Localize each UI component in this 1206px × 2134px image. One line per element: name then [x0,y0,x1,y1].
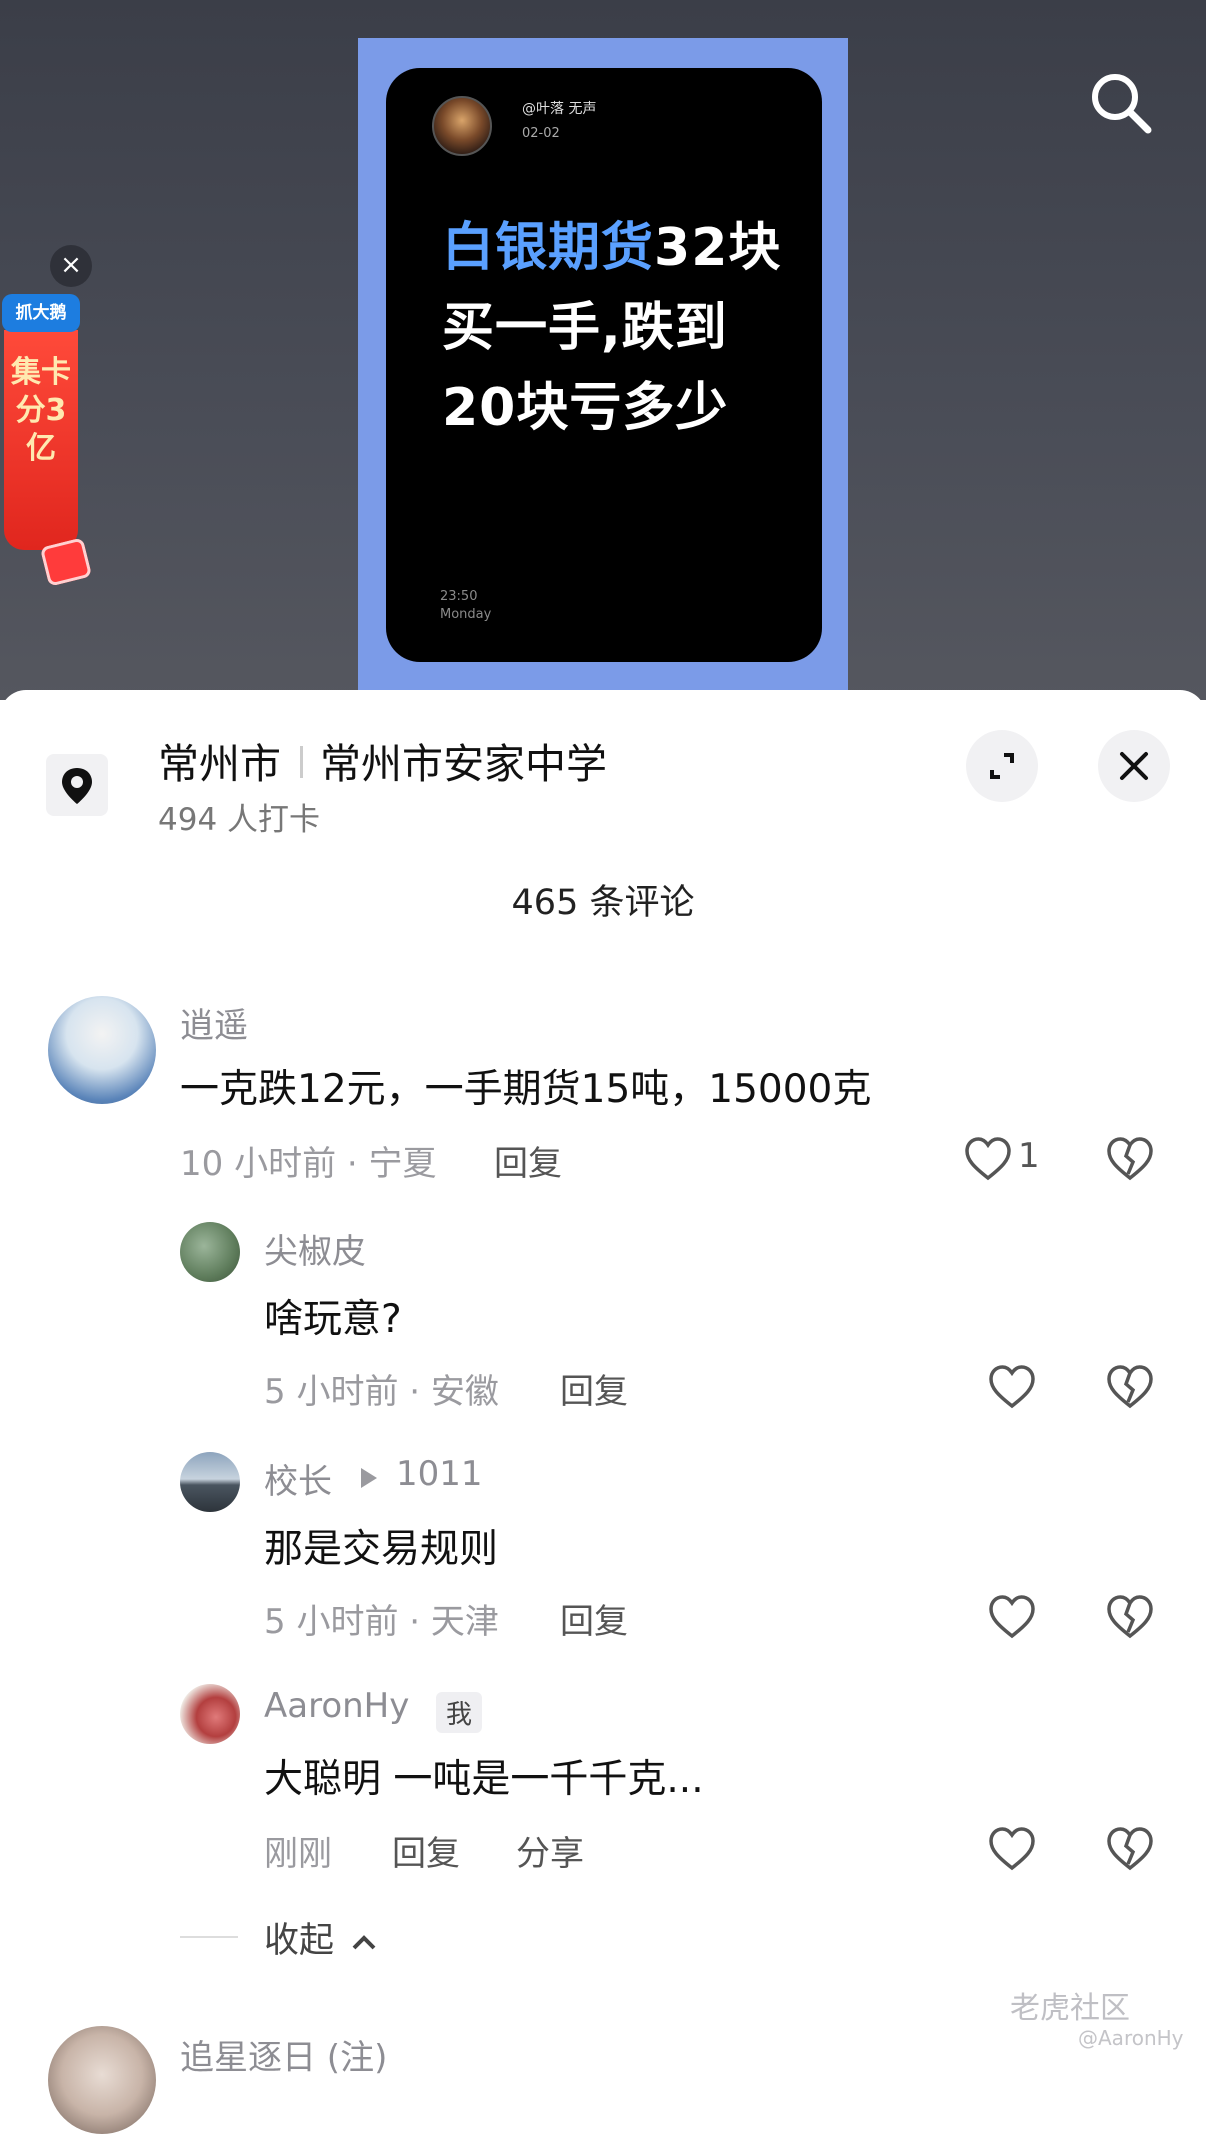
card-date: 02-02 [522,126,560,141]
comment-meta: 10 小时前 · 宁夏 [180,1144,437,1184]
comment-count: 465 条评论 [511,883,695,923]
reply-meta: 刚刚 [264,1834,332,1874]
card-title: 白银期货32块买一手,跌到20块亏多少 [442,208,782,448]
reply-arrow-icon [361,1468,377,1488]
collapse-button[interactable]: 收起 [264,1912,379,1963]
card-clock: 23:50 [440,589,478,604]
avatar[interactable] [180,1684,240,1744]
avatar[interactable] [180,1452,240,1512]
watermark-handle: @AaronHy [1078,2026,1184,2050]
broken-heart-icon[interactable] [1106,1594,1154,1640]
me-badge: 我 [436,1692,483,1733]
reply-username[interactable]: 尖椒皮 [264,1224,366,1273]
location-separator [300,746,303,778]
expand-button[interactable] [966,730,1038,802]
reply-button[interactable]: 回复 [560,1364,628,1413]
search-icon[interactable] [1086,68,1156,138]
reply-button[interactable]: 回复 [392,1826,460,1875]
broken-heart-icon[interactable] [1106,1826,1154,1872]
like-count: 1 [1018,1136,1040,1176]
avatar[interactable] [48,2026,156,2134]
close-icon [1120,752,1148,780]
promo-tag: 抓大鹅 [2,294,80,332]
promo-body: 集卡分3亿 [4,330,78,550]
comment-text: 一克跌12元，一手期货15吨，15000克 [180,1067,872,1112]
promo-banner[interactable]: 集卡分3亿 抓大鹅 [0,294,93,587]
heart-icon[interactable] [988,1594,1036,1640]
watermark-brand: 老虎社区 [1010,1991,1130,2026]
heart-icon[interactable] [988,1364,1036,1410]
collapse-divider [180,1936,238,1938]
promo-text: 集卡分3亿 [11,355,71,466]
chevron-up-icon [352,1935,376,1950]
reply-text: 那是交易规则 [264,1527,499,1572]
reply-meta: 5 小时前 · 天津 [264,1602,499,1642]
reply-button[interactable]: 回复 [560,1594,628,1643]
avatar[interactable] [48,996,156,1104]
heart-icon[interactable] [964,1136,1012,1182]
comment-username[interactable]: 逍遥 [180,998,248,1047]
close-button[interactable] [1098,730,1170,802]
share-button[interactable]: 分享 [516,1826,584,1875]
avatar[interactable] [180,1222,240,1282]
video-card: @叶落 无声 02-02 白银期货32块买一手,跌到20块亏多少 23:50 M… [386,68,822,662]
reply-text: 大聪明 一吨是一千千克... [264,1757,704,1802]
reply-button[interactable]: 回复 [494,1136,562,1185]
reply-to-username[interactable]: 1011 [396,1454,483,1494]
reply-username[interactable]: AaronHy [264,1686,409,1726]
promo-close-icon[interactable]: × [50,245,92,287]
location-place[interactable]: 常州市安家中学 [320,730,607,790]
reply-text: 啥玩意? [264,1297,402,1342]
card-time: 23:50 Monday [440,588,491,624]
broken-heart-icon[interactable] [1106,1136,1154,1182]
heart-icon[interactable] [988,1826,1036,1872]
card-weekday: Monday [440,607,492,622]
location-pin-icon [46,754,108,816]
location-city[interactable]: 常州市 [158,730,281,790]
collapse-label: 收起 [264,1921,335,1961]
comment-sheet: 常州市 常州市安家中学 494 人打卡 465 条评论 逍遥 一克跌12元，一手… [0,690,1206,2134]
video-area[interactable]: @叶落 无声 02-02 白银期货32块买一手,跌到20块亏多少 23:50 M… [0,0,1206,700]
location-checkins: 494 人打卡 [158,802,321,838]
expand-icon [990,753,1014,779]
card-username: @叶落 无声 [522,101,597,117]
reply-meta: 5 小时前 · 安徽 [264,1372,499,1412]
card-avatar [432,96,492,156]
reply-username[interactable]: 校长 [264,1454,332,1503]
broken-heart-icon[interactable] [1106,1364,1154,1410]
card-title-highlight: 白银期货 [442,218,655,278]
